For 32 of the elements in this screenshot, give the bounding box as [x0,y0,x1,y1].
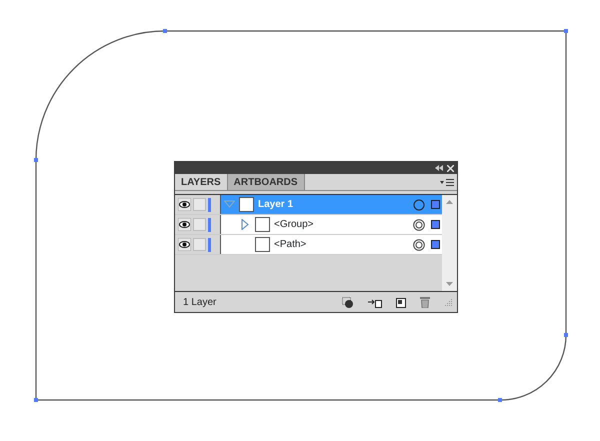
target-icon[interactable] [413,238,425,250]
target-icon[interactable] [413,218,425,230]
layer-color-bar [208,238,211,252]
layer-thumbnail [239,197,254,212]
eye-icon[interactable] [178,198,191,211]
new-sublayer-icon[interactable] [368,296,382,308]
selection-indicator[interactable] [431,220,440,229]
target-icon[interactable] [413,198,425,210]
panel-menu-icon[interactable] [440,178,454,186]
lock-toggle[interactable] [193,238,206,251]
scrollbar[interactable] [442,195,457,291]
scroll-up-icon[interactable] [446,200,453,204]
scroll-down-icon[interactable] [446,282,453,286]
lock-toggle[interactable] [193,218,206,231]
eye-icon[interactable] [178,238,191,251]
layer-name: <Path> [274,238,308,252]
layer-name: Layer 1 [258,198,294,212]
trash-icon[interactable] [420,296,430,308]
layer-name: <Group> [274,218,314,232]
lock-toggle[interactable] [193,198,206,211]
eye-icon[interactable] [178,218,191,231]
panel-tab[interactable]: ARTBOARDS [228,174,305,190]
collapse-icon[interactable] [435,165,443,171]
layer-count: 1 Layer [183,296,218,310]
close-icon[interactable] [447,164,454,172]
collapsed-triangle-icon[interactable] [240,219,251,230]
selection-indicator[interactable] [431,240,440,249]
selection-indicator[interactable] [431,200,440,209]
clipping-mask-icon[interactable] [342,296,354,308]
layer-color-bar [208,198,211,212]
layer-color-bar [208,218,211,232]
new-layer-icon[interactable] [396,296,406,308]
